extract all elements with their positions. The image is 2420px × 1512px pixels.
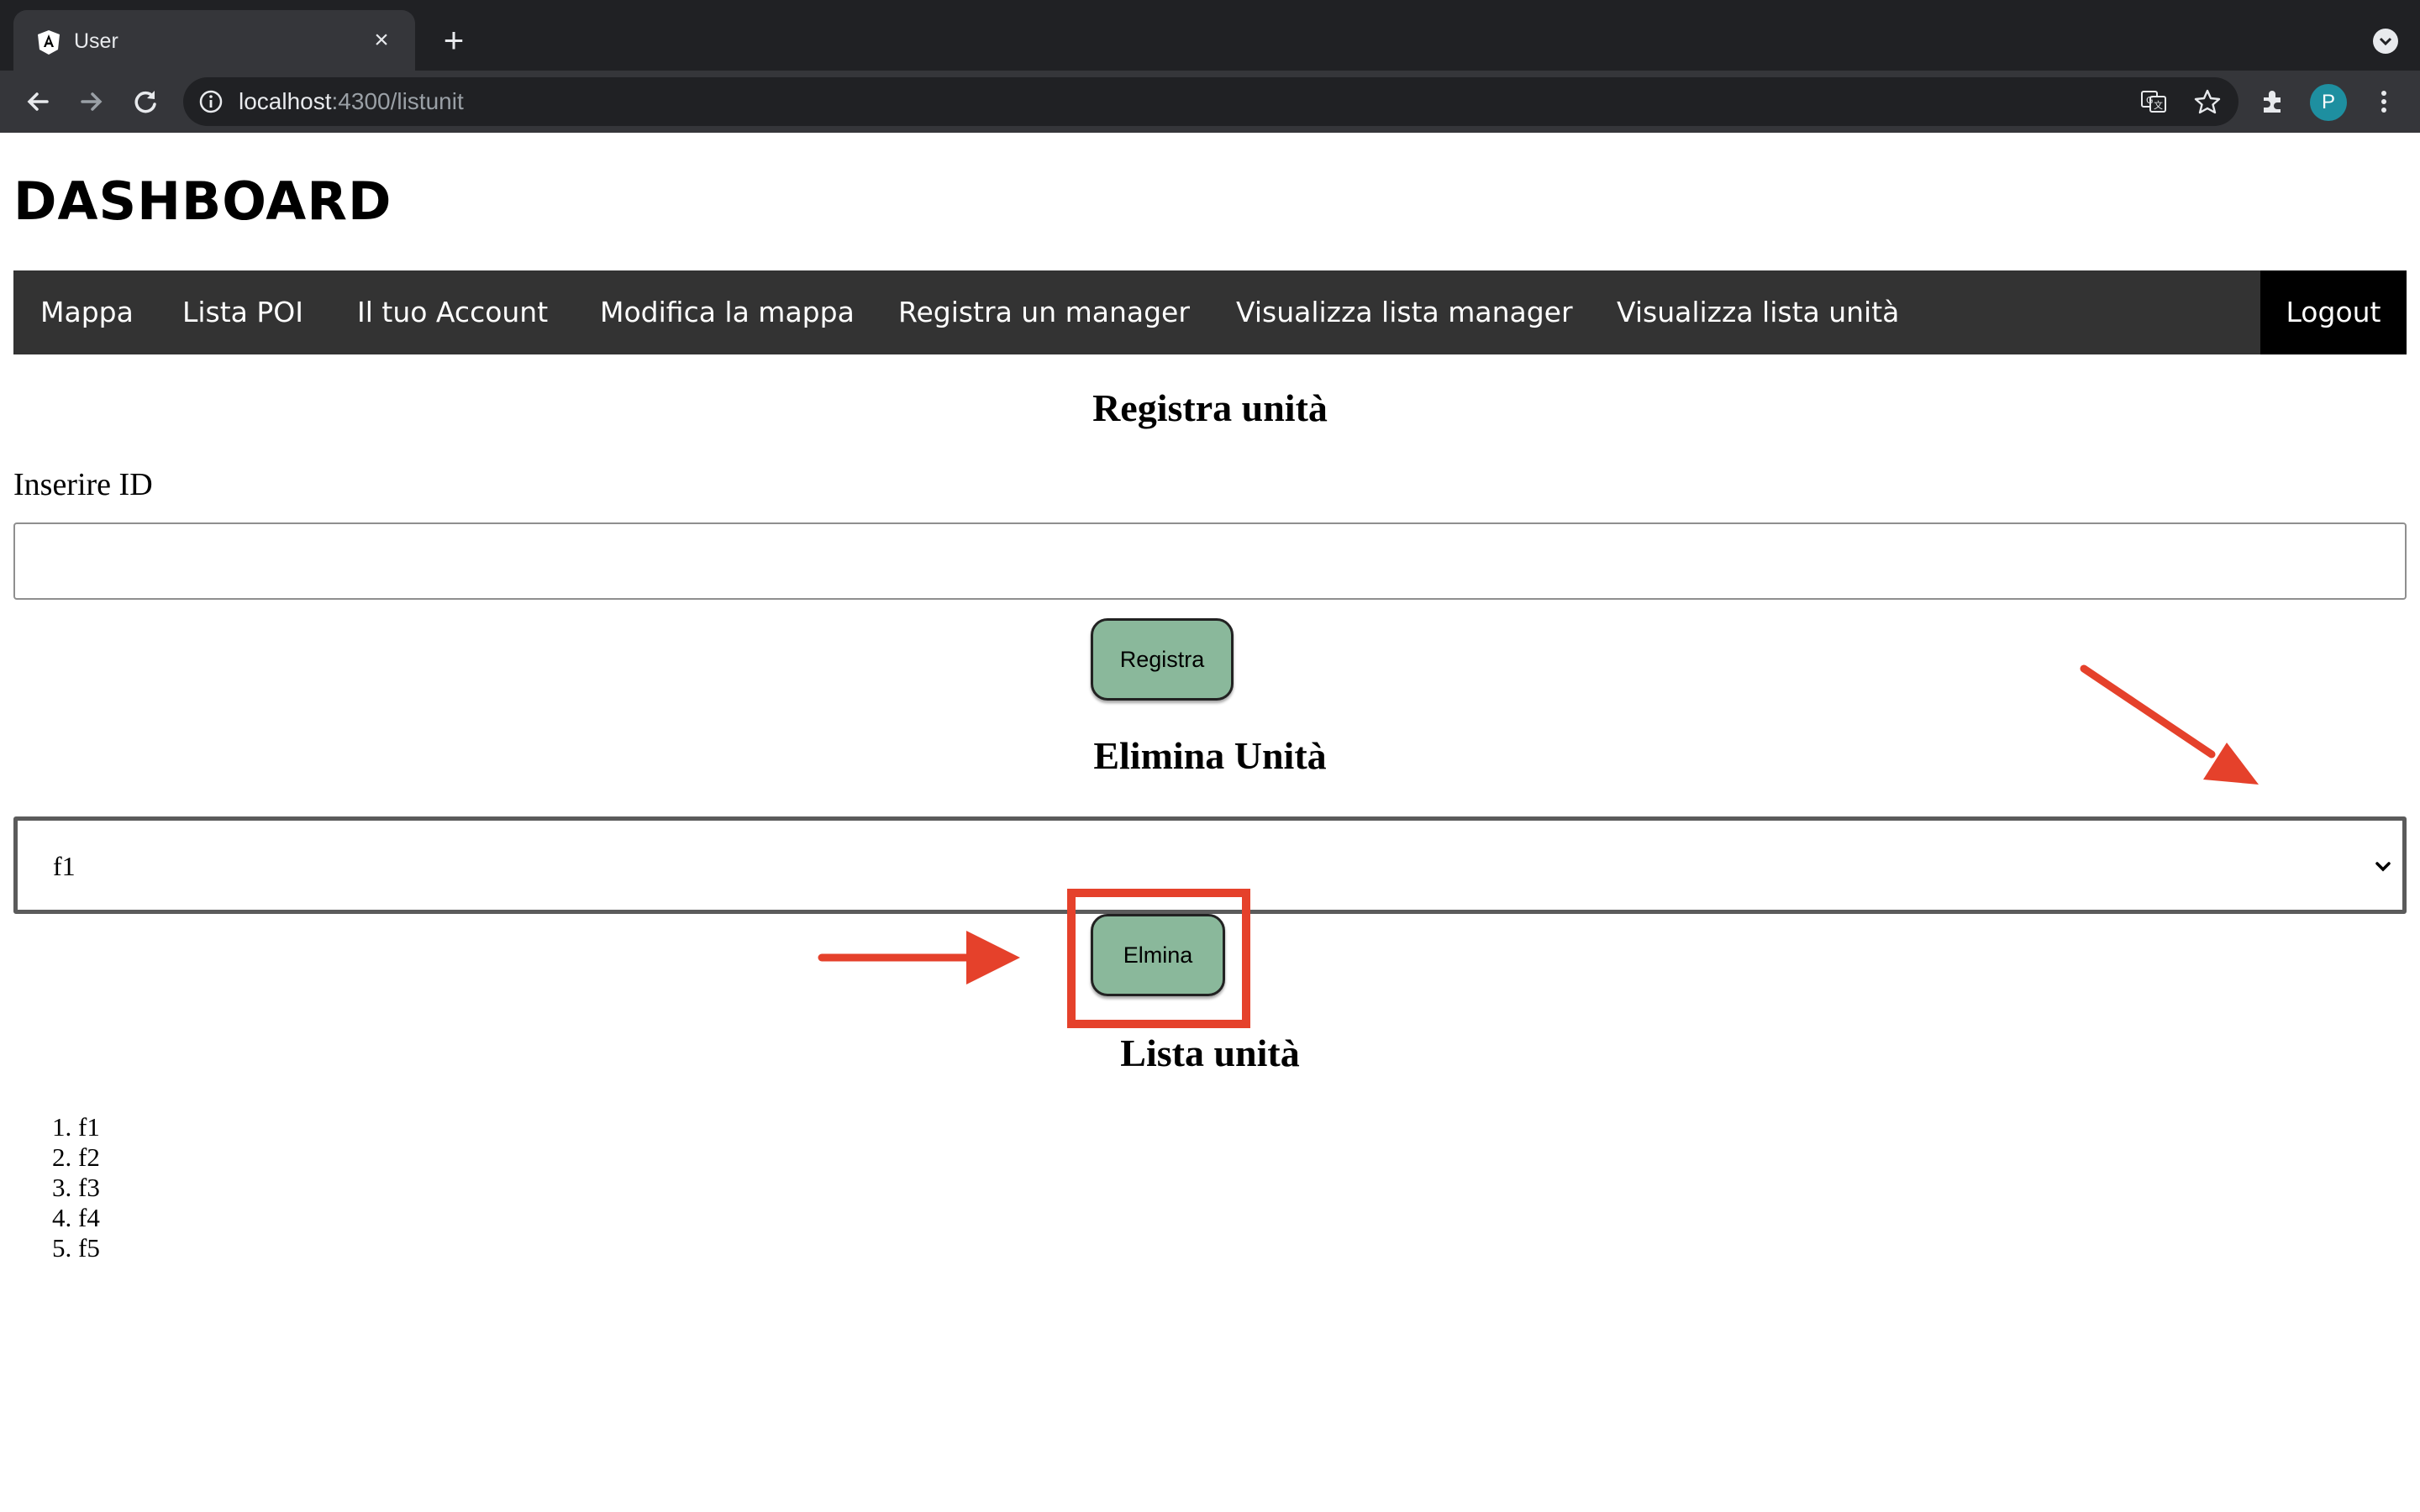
svg-text:文: 文 — [2154, 99, 2163, 111]
info-icon[interactable] — [198, 89, 224, 114]
delete-heading: Elimina Unità — [1093, 734, 1327, 777]
page-content: DASHBOARD Mappa Lista POI Il tuo Account… — [0, 133, 2420, 1512]
translate-icon[interactable]: G 文 — [2139, 87, 2168, 116]
id-label: Inserire ID — [13, 467, 153, 502]
extensions-icon[interactable] — [2257, 86, 2289, 118]
profile-avatar[interactable]: P — [2310, 84, 2347, 121]
svg-text:G: G — [2146, 95, 2154, 106]
id-input[interactable] — [13, 522, 2407, 600]
plus-icon[interactable]: + — [437, 23, 471, 58]
close-icon[interactable]: × — [366, 25, 397, 55]
list-item: 3. f3 — [52, 1173, 100, 1202]
list-item: 5. f5 — [52, 1233, 100, 1263]
nav-item-registra-manager[interactable]: Registra un manager — [898, 270, 1190, 354]
nav-item-lista-manager[interactable]: Visualizza lista manager — [1236, 270, 1573, 354]
tab-title: User — [74, 29, 118, 53]
units-list: 1. f1 2. f2 3. f3 4. f4 5. f5 — [52, 1112, 100, 1263]
star-icon[interactable] — [2193, 87, 2222, 116]
list-item: 2. f2 — [52, 1142, 100, 1172]
nav-item-modifica-mappa[interactable]: Modifica la mappa — [600, 270, 855, 354]
browser-toolbar: localhost:4300/listunit G 文 P — [0, 71, 2420, 133]
register-heading: Registra unità — [1092, 386, 1328, 429]
nav-item-lista-poi[interactable]: Lista POI — [182, 270, 303, 354]
annotation-highlight-box — [1067, 889, 1250, 1028]
top-navbar: Mappa Lista POI Il tuo Account Modifica … — [13, 270, 2407, 354]
kebab-menu-icon[interactable] — [2368, 86, 2400, 118]
angular-favicon-icon — [38, 30, 60, 55]
address-bar[interactable]: localhost:4300/listunit G 文 — [183, 77, 2238, 126]
nav-item-mappa[interactable]: Mappa — [40, 270, 134, 354]
chevron-down-icon — [2375, 862, 2391, 872]
list-item: 4. f4 — [52, 1203, 100, 1232]
nav-item-account[interactable]: Il tuo Account — [357, 270, 548, 354]
unit-select-value: f1 — [53, 851, 76, 881]
back-arrow-icon[interactable] — [20, 84, 55, 119]
tab-search-icon[interactable] — [2373, 29, 2398, 54]
list-item: 1. f1 — [52, 1112, 100, 1142]
reload-icon[interactable] — [128, 84, 163, 119]
browser-tab[interactable]: User × — [13, 10, 415, 71]
nav-item-lista-unita[interactable]: Visualizza lista unità — [1617, 270, 1899, 354]
url-text: localhost:4300/listunit — [239, 88, 464, 114]
logout-button[interactable]: Logout — [2260, 270, 2407, 354]
list-heading: Lista unità — [1120, 1032, 1300, 1074]
browser-tabstrip: User × + — [0, 0, 2420, 71]
register-button[interactable]: Registra — [1091, 618, 1234, 701]
forward-arrow-icon[interactable] — [74, 84, 109, 119]
page-title: DASHBOARD — [13, 171, 392, 232]
